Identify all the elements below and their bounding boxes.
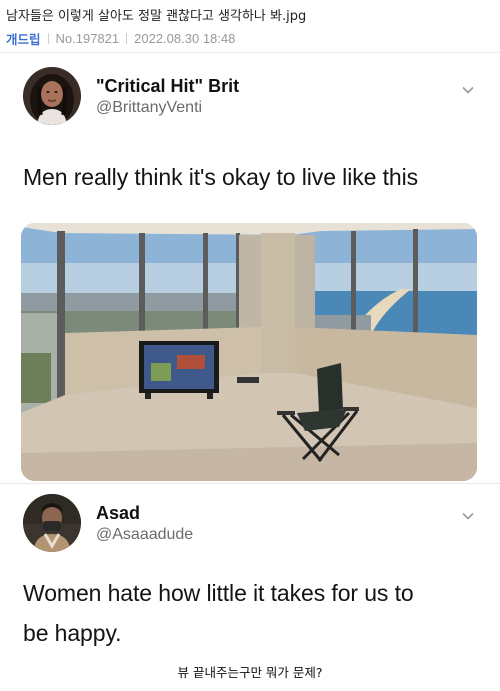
post-caption: 뷰 끝내주는구만 뭐가 문제? [177,665,323,680]
board-link[interactable]: 개드립 [6,29,41,48]
asad-avatar[interactable] [23,494,81,552]
brit-display-name[interactable]: "Critical Hit" Brit [96,76,239,97]
brit-tweet-text: Men really think it's okay to live like … [23,164,418,190]
asad-display-name[interactable]: Asad [96,503,140,524]
post-meta: 개드립 No.197821 2022.08.30 18:48 [6,29,235,48]
chevron-down-icon[interactable] [461,83,475,97]
asad-tweet-text-line1: Women hate how little it takes for us to [23,580,414,606]
tweet-screenshot: "Critical Hit" Brit @BrittanyVenti Men r… [0,53,500,658]
asad-handle[interactable]: @Asaaadude [96,526,193,544]
apartment-room-photo-icon [21,223,477,481]
tweet-divider [0,483,500,484]
asad-tweet-text-line2: be happy. [23,620,122,646]
post-header: 남자들은 이렇게 살아도 정말 괜찮다고 생각하나 봐.jpg 개드립 No.1… [0,0,500,52]
avatar-photo-icon [23,494,81,552]
meta-divider [126,33,128,44]
brit-handle[interactable]: @BrittanyVenti [96,99,202,117]
avatar-photo-icon [23,67,81,125]
tweet-photo[interactable] [21,223,477,481]
brit-avatar[interactable] [23,67,81,125]
post-number: No.197821 [55,31,120,46]
meta-divider [47,33,49,44]
chevron-down-icon[interactable] [461,509,475,523]
post-datetime: 2022.08.30 18:48 [134,31,236,46]
post-title: 남자들은 이렇게 살아도 정말 괜찮다고 생각하나 봐.jpg [6,9,307,24]
